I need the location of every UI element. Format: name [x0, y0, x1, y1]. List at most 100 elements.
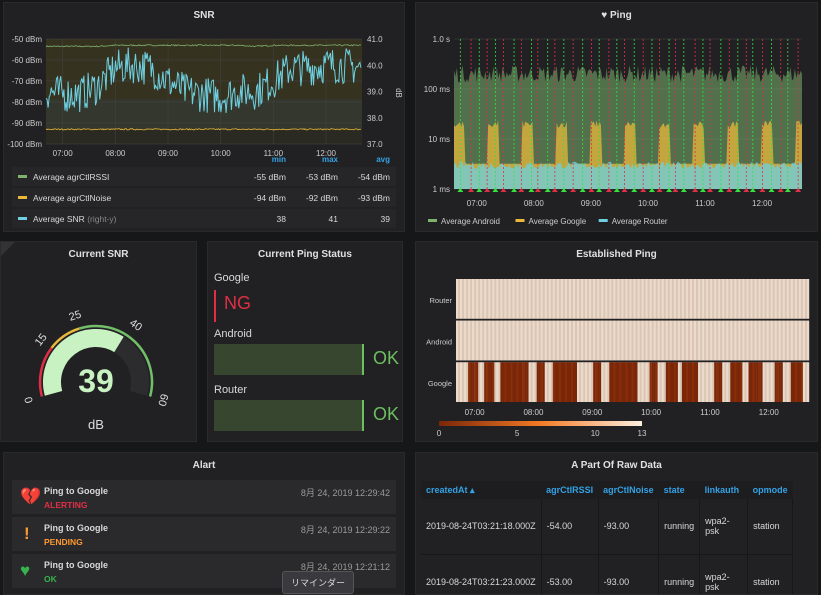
- heatmap-cell: [615, 320, 618, 361]
- heatmap-cell: [653, 362, 656, 402]
- router-status: OK: [373, 404, 400, 424]
- heatmap-cell: [526, 320, 529, 361]
- y-tick-label: -60 dBm: [12, 56, 43, 65]
- heatmap-cell: [780, 320, 783, 361]
- heatmap-cell: [692, 362, 695, 402]
- alert-item[interactable]: ! Ping to Google PENDING 8月 24, 2019 12:…: [12, 517, 396, 551]
- heatmap-cell: [482, 320, 485, 361]
- raw-data-table: createdAt ▴ agrCtlRSSI agrCtlNoise state lin…: [421, 481, 794, 594]
- heatmap-cell: [617, 320, 620, 361]
- heatmap-cell: [478, 279, 481, 319]
- alert-panel: Alart 💔 Ping to Google ALERTING 8月 24, 2…: [3, 452, 405, 595]
- heatmap-cell: [629, 320, 632, 361]
- table-cell: -54.00: [541, 499, 599, 555]
- heatmap-cell: [603, 362, 606, 402]
- heatmap-cell: [651, 320, 654, 361]
- heatmap-cell: [579, 279, 582, 319]
- heatmap-cell: [591, 320, 594, 361]
- heatmap-cell: [500, 362, 503, 402]
- heatmap-cell: [748, 362, 751, 402]
- column-header[interactable]: linkauth: [699, 481, 748, 499]
- heatmap-cell: [514, 362, 517, 402]
- heatmap-cell: [460, 279, 463, 319]
- heatmap-cell: [710, 362, 713, 402]
- alert-item[interactable]: 💔 Ping to Google ALERTING 8月 24, 2019 12…: [12, 480, 396, 514]
- heatmap-cell: [496, 320, 499, 361]
- y-tick-label: -80 dBm: [12, 98, 43, 107]
- gauge-unit: dB: [88, 417, 104, 432]
- heatmap-cell: [675, 362, 679, 402]
- heatmap-cell: [679, 362, 683, 402]
- raw-data-panel: A Part Of Raw Data createdAt ▴ agrCtlRSSI…: [415, 452, 818, 595]
- heatmap-cell: [605, 279, 608, 319]
- heatmap-cell: [609, 362, 612, 402]
- heatmap-cell: [784, 279, 787, 319]
- snr-gauge: 0 15 25 40 60 39 dB: [23, 309, 170, 432]
- heatmap-cell: [579, 362, 582, 402]
- heatmap-cell: [542, 362, 545, 402]
- heatmap-cell: [550, 279, 553, 319]
- legend-row[interactable]: Average SNR (right-y) 38 41 39: [12, 209, 396, 228]
- heatmap-cell: [730, 320, 733, 361]
- heatmap-cell: [528, 320, 531, 361]
- column-header[interactable]: opmode: [747, 481, 793, 499]
- heatmap-cell: [716, 320, 719, 361]
- heatmap-cell: [718, 362, 721, 402]
- heatmap-cell: [575, 279, 578, 319]
- heatmap-cell: [607, 279, 610, 319]
- heatmap-cell: [472, 362, 475, 402]
- column-header[interactable]: agrCtlNoise: [598, 481, 659, 499]
- heatmap-cell: [746, 320, 749, 361]
- legend-header-avg[interactable]: avg: [338, 155, 390, 164]
- heatmap-cell: [534, 362, 537, 402]
- heatmap-cell: [740, 362, 743, 402]
- heatmap-cell: [786, 362, 789, 402]
- column-header[interactable]: createdAt ▴: [421, 481, 542, 499]
- legend-series-name: Average Google: [529, 217, 587, 226]
- heatmap-cell: [726, 279, 729, 319]
- heatmap-cell: [573, 320, 576, 361]
- column-header[interactable]: agrCtlRSSI: [541, 481, 599, 499]
- heatmap-cell: [564, 362, 568, 402]
- heatmap-cell: [474, 279, 477, 319]
- tooltip: リマインダー: [282, 571, 355, 594]
- heatmap-cell: [772, 362, 775, 402]
- heatmap-cell: [792, 279, 796, 319]
- heatmap-cell: [502, 279, 505, 319]
- heatmap-cell: [665, 320, 668, 361]
- heatmap-cell: [554, 279, 557, 319]
- heatmap-cell: [760, 320, 763, 361]
- x-tick-label: 08:00: [523, 408, 544, 417]
- heatmap-cell: [669, 362, 672, 402]
- heatmap-cell: [677, 320, 681, 361]
- heatmap-cell: [663, 362, 666, 402]
- heatmap-cell: [790, 362, 793, 402]
- legend-header-max[interactable]: max: [286, 155, 338, 164]
- heatmap-cell: [768, 279, 771, 319]
- heatmap-cell: [750, 362, 753, 402]
- heatmap-cell: [623, 320, 626, 361]
- legend-header-min[interactable]: min: [234, 155, 286, 164]
- heatmap-cell: [512, 362, 515, 402]
- heatmap-cell: [462, 320, 465, 361]
- heatmap-cell: [774, 279, 777, 319]
- heatmap-cell: [710, 279, 713, 319]
- legend-row[interactable]: Average agrCtlRSSI -55 dBm -53 dBm -54 dBm: [12, 167, 396, 186]
- heatmap-cell: [609, 320, 612, 361]
- heatmap-cell: [655, 279, 658, 319]
- column-header[interactable]: state: [658, 481, 700, 499]
- heatmap-cell: [722, 320, 725, 361]
- heatmap-cell: [671, 279, 674, 319]
- heatmap-cell: [756, 320, 759, 361]
- legend-row[interactable]: Average agrCtlNoise -94 dBm -92 dBm -93 dB…: [12, 188, 396, 207]
- heatmap-cell: [798, 279, 802, 319]
- heatmap-cell: [488, 279, 491, 319]
- y-tick-label: -90 dBm: [12, 119, 43, 128]
- heatmap-cell: [742, 279, 745, 319]
- heatmap-cell: [530, 320, 533, 361]
- heatmap-cell: [772, 320, 775, 361]
- heatmap-cell: [692, 320, 695, 361]
- heatmap-cell: [474, 320, 477, 361]
- heatmap-cell: [633, 362, 636, 402]
- heatmap-cell: [550, 362, 553, 402]
